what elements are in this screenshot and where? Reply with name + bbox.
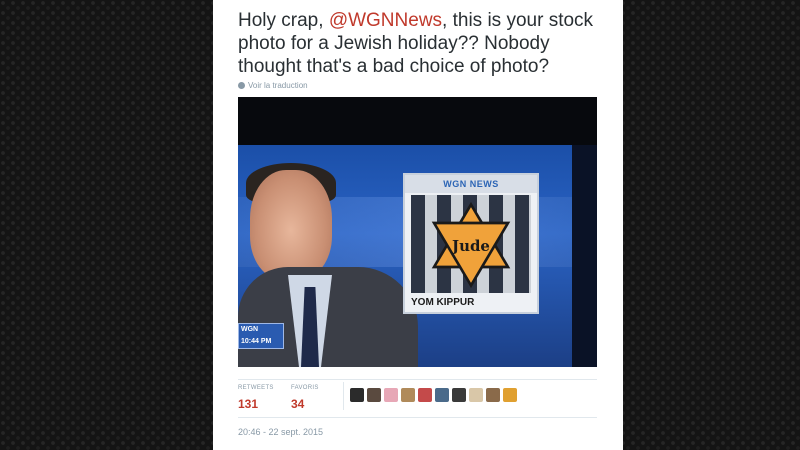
avatar-6[interactable] <box>435 388 449 402</box>
translate-label: Voir la traduction <box>248 81 308 90</box>
retweets-stat[interactable]: RETWEETS 131 <box>238 385 274 411</box>
chyron-badge: WGN 10:44 PM <box>238 323 284 349</box>
retweets-count: 131 <box>238 397 259 411</box>
inset-photo: Jude <box>411 195 531 293</box>
avatar-5[interactable] <box>418 388 432 402</box>
avatar-2[interactable] <box>367 388 381 402</box>
inset-caption: YOM KIPPUR <box>405 293 537 312</box>
inset-logo: WGN NEWS <box>405 175 537 193</box>
avatar-10[interactable] <box>503 388 517 402</box>
chyron-logo: WGN <box>241 326 259 333</box>
avatar-4[interactable] <box>401 388 415 402</box>
chyron-time: 10:44 PM <box>241 338 272 345</box>
anchor-face <box>250 170 332 280</box>
favorites-label: FAVORIS <box>291 385 319 391</box>
stats-separator <box>343 382 344 410</box>
mention-link[interactable]: @WGNNews <box>329 10 442 31</box>
retweets-label: RETWEETS <box>238 385 274 391</box>
translate-link[interactable]: Voir la traduction <box>238 81 308 90</box>
avatar-8[interactable] <box>469 388 483 402</box>
globe-icon <box>238 82 245 89</box>
tweet-timestamp[interactable]: 20:46 - 22 sept. 2015 <box>238 427 323 437</box>
star-of-david-icon: Jude <box>431 201 511 289</box>
studio-ceiling <box>238 97 597 147</box>
tweet-text-start: Holy crap, <box>238 10 329 31</box>
favorites-stat[interactable]: FAVORIS 34 <box>291 385 319 411</box>
stats-divider-bottom <box>238 417 597 418</box>
tweet-photo[interactable]: WGN 10:44 PM WGN NEWS Jude YOM KIPPUR <box>238 97 597 367</box>
star-label: Jude <box>450 237 490 255</box>
avatar-9[interactable] <box>486 388 500 402</box>
avatar-7[interactable] <box>452 388 466 402</box>
inset-graphic: WGN NEWS Jude YOM KIPPUR <box>403 173 539 314</box>
stats-divider-top <box>238 379 597 380</box>
avatar-3[interactable] <box>384 388 398 402</box>
tweet-text: Holy crap, @WGNNews, this is your stock … <box>238 9 608 78</box>
avatar-1[interactable] <box>350 388 364 402</box>
favorites-count: 34 <box>291 397 305 411</box>
studio-edge <box>572 145 597 367</box>
favoriter-avatars <box>350 388 517 402</box>
tweet-card: Holy crap, @WGNNews, this is your stock … <box>213 0 623 450</box>
